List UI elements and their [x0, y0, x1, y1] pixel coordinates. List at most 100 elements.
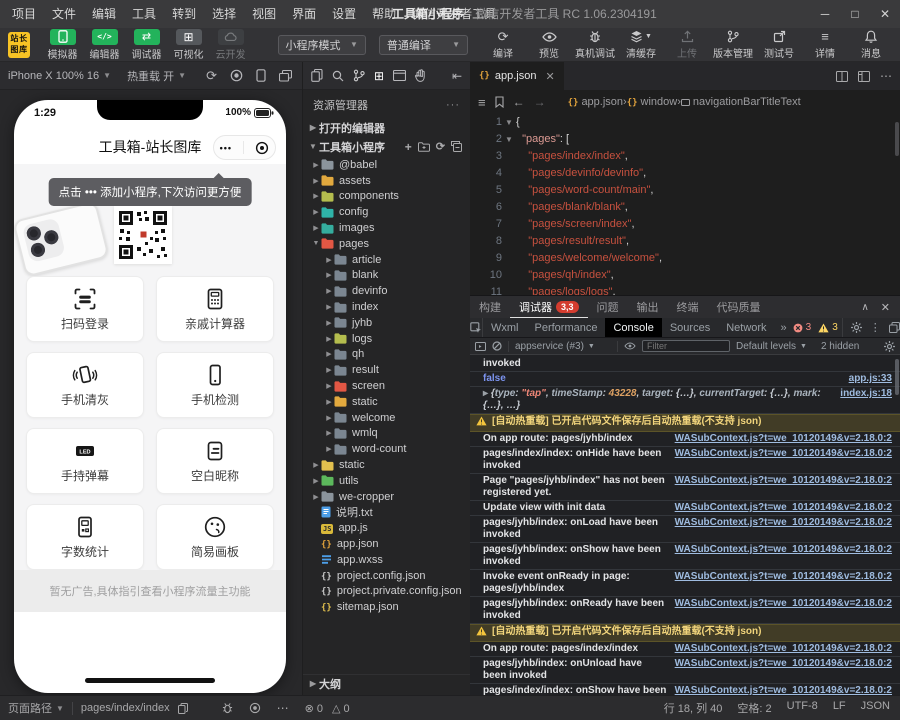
- branch-icon[interactable]: [353, 69, 365, 82]
- console-scrollbar[interactable]: [895, 359, 899, 395]
- tree-item-article[interactable]: ▶ article: [303, 252, 470, 268]
- breadcrumb-item[interactable]: {} app.json: [568, 96, 623, 108]
- menu-item[interactable]: 视图: [244, 0, 284, 28]
- panel-tab-调试器[interactable]: 调试器 3,3: [510, 296, 588, 318]
- tool-card-calc[interactable]: 亲戚计算器: [156, 276, 274, 342]
- tree-item-说明.txt[interactable]: 说明.txt: [303, 505, 470, 521]
- tree-item-config[interactable]: ▶ config: [303, 204, 470, 220]
- tool-card-smartphone[interactable]: 手机检测: [156, 352, 274, 418]
- tree-item-components[interactable]: ▶ components: [303, 189, 470, 205]
- menu-item[interactable]: 设置: [324, 0, 364, 28]
- mode-dropdown[interactable]: 小程序模式 ▼: [277, 34, 366, 55]
- tree-item-word-count[interactable]: ▶ word-count: [303, 441, 470, 457]
- source-link[interactable]: WASubContext.js?t=we_10120149&v=2.18.0:2: [675, 685, 892, 695]
- collapse-up-icon[interactable]: ∧: [861, 301, 868, 314]
- console-log-row[interactable]: invoked: [470, 357, 900, 372]
- statusbar-item[interactable]: 行 18, 列 40: [664, 700, 723, 716]
- outline-icon[interactable]: ≡: [478, 95, 486, 110]
- devtools-tab-Wxml[interactable]: Wxml: [483, 318, 527, 337]
- tree-item-logs[interactable]: ▶ logs: [303, 331, 470, 347]
- log-levels-dropdown[interactable]: Default levels ▼: [736, 341, 807, 352]
- files-icon[interactable]: [311, 69, 323, 82]
- devtools-tab-Console[interactable]: Console: [605, 318, 662, 337]
- copy-icon[interactable]: [177, 702, 188, 714]
- back-icon[interactable]: ←: [513, 95, 525, 109]
- console-log-row[interactable]: pages/index/index: onHide have been invo…: [470, 447, 900, 474]
- panel-tab-构建[interactable]: 构建: [470, 296, 510, 318]
- source-link[interactable]: index.js:18: [840, 388, 892, 400]
- statusbar-item[interactable]: LF: [833, 700, 846, 716]
- collapse-icon[interactable]: ⇤: [452, 69, 462, 83]
- tree-item-assets[interactable]: ▶ assets: [303, 173, 470, 189]
- grid-icon[interactable]: ⊞: [374, 69, 384, 83]
- new-folder-icon[interactable]: [417, 140, 430, 154]
- menu-item[interactable]: 工具: [124, 0, 164, 28]
- tree-item-utils[interactable]: ▶ utils: [303, 473, 470, 489]
- tab-app-json[interactable]: {} app.json ✕: [470, 62, 564, 90]
- console-log-list[interactable]: invoked false app.js:33 index.js:18 ▸ {type:…: [470, 357, 900, 695]
- console-log-row[interactable]: pages/index/index: onShow have been invo…: [470, 684, 900, 695]
- console-log-row[interactable]: On app route: pages/index/index WASubCont…: [470, 642, 900, 657]
- tree-item-static[interactable]: ▶ static: [303, 394, 470, 410]
- menu-item[interactable]: 文件: [44, 0, 84, 28]
- console-object-row[interactable]: index.js:18 ▸ {type: "tap", timeStamp: 43…: [470, 387, 900, 414]
- swap-mode-button[interactable]: ⇄ 调试器: [126, 28, 168, 61]
- tool-card-doclines[interactable]: 空白昵称: [156, 428, 274, 494]
- cloud-mode-button[interactable]: 云开发: [210, 28, 252, 61]
- refresh-action-button[interactable]: ⟳ 编译: [480, 29, 526, 61]
- console-log-row[interactable]: Page "pages/jyhb/index" has not been reg…: [470, 474, 900, 501]
- tool-card-counter[interactable]: 字数统计: [26, 504, 144, 570]
- statusbar-problem-counts[interactable]: ⊗ 0 △ 0: [305, 702, 350, 715]
- project-section[interactable]: ▼ 工具箱小程序 + ⟳: [303, 137, 470, 156]
- layers-action-button[interactable]: ▼ 清缓存: [618, 29, 664, 60]
- menu-item[interactable]: 项目: [4, 0, 44, 28]
- restart-icon[interactable]: ⟳: [206, 68, 217, 84]
- tool-card-scan[interactable]: 扫码登录: [26, 276, 144, 342]
- console-log-row[interactable]: Invoke event onReady in page: pages/jyhb…: [470, 570, 900, 597]
- panel-tab-问题[interactable]: 问题: [588, 296, 628, 318]
- tree-item-we-cropper[interactable]: ▶ we-cropper: [303, 489, 470, 505]
- outline-section[interactable]: ▶ 大纲: [303, 674, 470, 692]
- source-link[interactable]: WASubContext.js?t=we_10120149&v=2.18.0:2: [675, 658, 892, 670]
- branch-action-button[interactable]: 版本管理: [710, 29, 756, 60]
- menu-item[interactable]: 编辑: [84, 0, 124, 28]
- source-link[interactable]: WASubContext.js?t=we_10120149&v=2.18.0:2: [675, 475, 892, 487]
- devtools-tab-Performance[interactable]: Performance: [527, 318, 606, 337]
- source-link[interactable]: WASubContext.js?t=we_10120149&v=2.18.0:2: [675, 517, 892, 529]
- clear-console-icon[interactable]: [492, 341, 502, 351]
- capsule-button[interactable]: •••: [213, 135, 276, 160]
- page-path-dropdown[interactable]: 页面路径 ▼: [8, 700, 64, 716]
- console-warning-row[interactable]: [自动热重载] 已开启代码文件保存后自动热重载(不支持 json): [470, 624, 900, 642]
- source-link[interactable]: WASubContext.js?t=we_10120149&v=2.18.0:2: [675, 448, 892, 460]
- eye-icon[interactable]: [624, 342, 636, 350]
- forward-icon[interactable]: →: [534, 95, 546, 109]
- source-link[interactable]: WASubContext.js?t=we_10120149&v=2.18.0:2: [675, 433, 892, 445]
- tree-item-index[interactable]: ▶ index: [303, 299, 470, 315]
- windows-icon[interactable]: [279, 68, 292, 84]
- bookmark-icon[interactable]: [495, 96, 504, 108]
- console-log-row[interactable]: On app route: pages/jyhb/index WASubConte…: [470, 432, 900, 447]
- fold-chevron-icon[interactable]: ▼: [502, 131, 516, 148]
- breadcrumb-item[interactable]: {} window: [627, 96, 678, 108]
- tree-item-project.config.json[interactable]: {} project.config.json: [303, 568, 470, 584]
- fold-chevron-icon[interactable]: ▼: [502, 114, 516, 131]
- menu-item[interactable]: 界面: [284, 0, 324, 28]
- devtools-problem-counts[interactable]: 3 3: [793, 318, 842, 337]
- tree-item-pages[interactable]: ▼ pages: [303, 236, 470, 252]
- collapse-all-icon[interactable]: [451, 140, 462, 154]
- menu-item[interactable]: 转到: [164, 0, 204, 28]
- grid-mode-button[interactable]: ⊞ 可视化: [168, 28, 210, 61]
- more-icon[interactable]: ···: [446, 99, 460, 111]
- popout-icon[interactable]: [888, 322, 900, 333]
- phone-mode-button[interactable]: 模拟器: [42, 28, 84, 61]
- tree-item-blank[interactable]: ▶ blank: [303, 268, 470, 284]
- console-log-row[interactable]: pages/jyhb/index: onLoad have been invok…: [470, 516, 900, 543]
- inspect-element-icon[interactable]: [470, 318, 483, 337]
- more-icon[interactable]: ⋯: [277, 701, 289, 715]
- gear-icon[interactable]: [850, 322, 862, 333]
- search-icon[interactable]: [332, 70, 344, 82]
- tree-item-devinfo[interactable]: ▶ devinfo: [303, 283, 470, 299]
- source-link[interactable]: WASubContext.js?t=we_10120149&v=2.18.0:2: [675, 571, 892, 583]
- statusbar-item[interactable]: JSON: [861, 700, 890, 716]
- tree-item-app.json[interactable]: {} app.json: [303, 536, 470, 552]
